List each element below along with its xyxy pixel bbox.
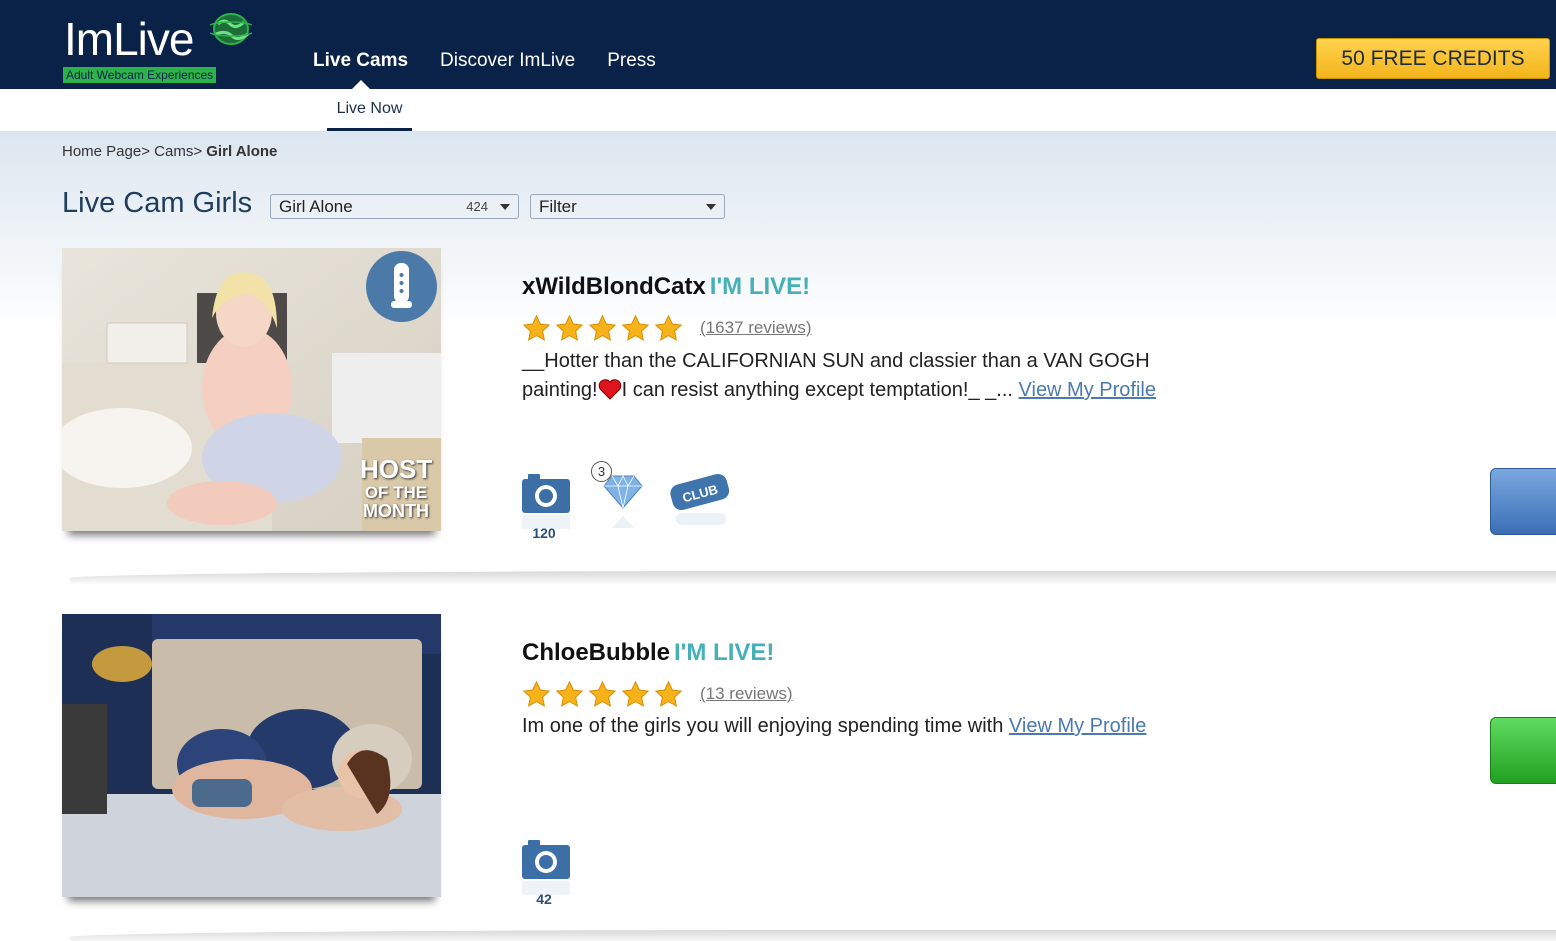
star-icon: [654, 314, 683, 341]
host-badge-line3: MONTH: [363, 500, 429, 521]
model-description: Im one of the girls you will enjoying sp…: [522, 712, 1222, 741]
nav-press[interactable]: Press: [607, 50, 656, 72]
model-name-text[interactable]: ChloeBubble: [522, 639, 670, 666]
model-name-text[interactable]: xWildBlondCatx: [522, 273, 706, 300]
globe-icon: [210, 13, 252, 45]
star-icon: [522, 314, 551, 341]
model-name[interactable]: ChloeBubble I'M LIVE!: [522, 639, 774, 667]
imlive-logo[interactable]: ImLive Adult Webcam Experiences: [62, 6, 252, 84]
logo-text: ImLive: [64, 13, 194, 65]
chevron-down-icon: [706, 204, 716, 210]
description-text-1: Im one of the girls you will enjoying sp…: [522, 715, 1004, 737]
model-card: ChloeBubble I'M LIVE! (13 reviews) Im one…: [0, 614, 1556, 941]
host-of-the-month-badge: HOST OF THE MONTH: [360, 454, 433, 521]
chat-now-button[interactable]: [1490, 468, 1556, 535]
diamond-level-badge: 3: [591, 461, 612, 482]
chevron-down-icon: [500, 204, 510, 210]
star-icon: [588, 680, 617, 707]
breadcrumb: Home Page> Cams> Girl Alone: [62, 143, 277, 160]
chat-now-button[interactable]: [1490, 717, 1556, 784]
model-photo: [62, 614, 441, 897]
logo-tagline: Adult Webcam Experiences: [62, 66, 218, 84]
model-description: __Hotter than the CALIFORNIAN SUN and cl…: [522, 347, 1222, 405]
model-name[interactable]: xWildBlondCatx I'M LIVE!: [522, 273, 810, 301]
host-badge-line2: OF THE: [364, 483, 428, 503]
view-profile-link[interactable]: View My Profile: [1019, 379, 1156, 401]
photo-count: 120: [532, 525, 556, 541]
filter-select[interactable]: Filter: [530, 194, 725, 219]
nav-live-cams[interactable]: Live Cams: [313, 50, 408, 72]
star-icon: [654, 680, 683, 707]
star-icon: [555, 314, 584, 341]
view-profile-link[interactable]: View My Profile: [1009, 715, 1146, 737]
nav-discover-imlive[interactable]: Discover ImLive: [440, 50, 575, 72]
model-card: HOST OF THE MONTH xWildBlondCatx I'M LIVE…: [0, 248, 1556, 578]
free-credits-button[interactable]: 50 FREE CREDITS: [1316, 38, 1550, 79]
reviews-link[interactable]: (1637 reviews): [700, 318, 812, 338]
top-header: ImLive Adult Webcam Experiences Live Cam…: [0, 0, 1556, 89]
category-count: 424: [466, 199, 488, 214]
breadcrumb-current: Girl Alone: [206, 143, 278, 160]
star-icon: [522, 680, 551, 707]
filter-select-value: Filter: [539, 197, 577, 216]
photo-count: 42: [536, 891, 552, 907]
breadcrumb-home[interactable]: Home Page>: [62, 143, 150, 160]
description-text-2: I can resist anything except temptation!…: [621, 379, 1013, 401]
category-select[interactable]: Girl Alone 424: [270, 194, 519, 219]
category-select-value: Girl Alone: [279, 197, 353, 216]
rating-stars: [522, 314, 683, 343]
reviews-link[interactable]: (13 reviews): [700, 684, 793, 704]
live-status: I'M LIVE!: [674, 639, 775, 666]
model-thumbnail[interactable]: [62, 614, 441, 897]
card-divider: [70, 930, 1556, 941]
host-badge-line1: HOST: [360, 454, 433, 484]
star-icon: [588, 314, 617, 341]
subnav-live-now[interactable]: Live Now: [327, 89, 412, 131]
page-title: Live Cam Girls: [62, 187, 253, 219]
main-nav: Live Cams Discover ImLive Press: [313, 50, 656, 72]
breadcrumb-cams[interactable]: Cams>: [154, 143, 202, 160]
live-status: I'M LIVE!: [709, 273, 811, 300]
heart-icon: [598, 379, 621, 400]
camera-icon[interactable]: [522, 471, 570, 531]
star-icon: [555, 680, 584, 707]
toy-icon: [366, 251, 437, 322]
star-icon: [621, 680, 650, 707]
star-icon: [621, 314, 650, 341]
nav-active-caret: [352, 80, 370, 89]
camera-icon[interactable]: [522, 837, 570, 897]
club-icon[interactable]: CLUB: [668, 467, 732, 531]
main-content: Home Page> Cams> Girl Alone Live Cam Gir…: [0, 131, 1556, 941]
card-divider: [70, 571, 1556, 585]
sub-nav: Live Now: [0, 89, 1556, 131]
rating-stars: [522, 680, 683, 709]
